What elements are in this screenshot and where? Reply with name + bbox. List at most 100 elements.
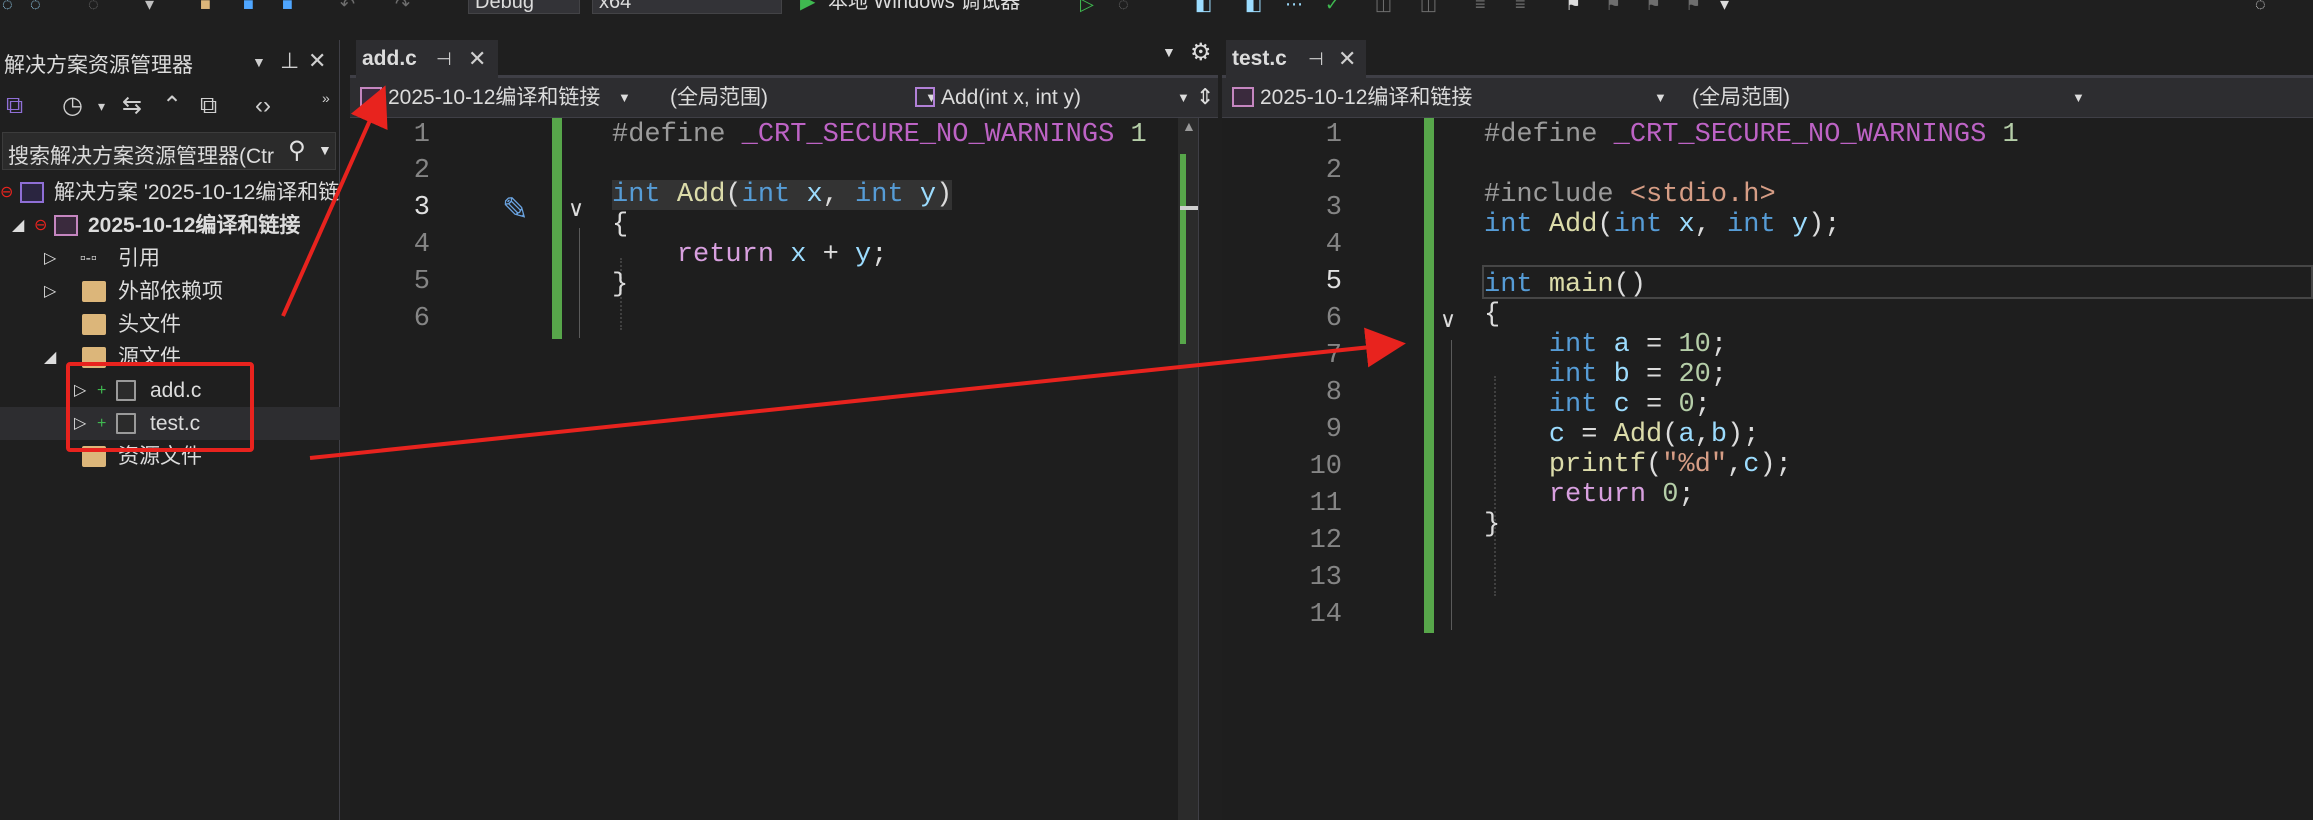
fold-toggle-icon[interactable]: ∨	[568, 196, 584, 222]
annotation-highlight-box	[66, 362, 254, 452]
uncomment-icon[interactable]: ≡	[1515, 0, 1526, 14]
tab-label: add.c	[362, 47, 417, 70]
browser-link-icon[interactable]: ◧	[1195, 0, 1212, 14]
line-number: 2	[413, 156, 430, 186]
breakpoint-icon[interactable]: ⋯	[1285, 0, 1303, 14]
gear-icon[interactable]: ⚙	[1190, 38, 1212, 67]
scroll-position-marker	[1180, 206, 1198, 210]
tab-label: test.c	[1232, 47, 1287, 70]
run-label[interactable]: 本地 Windows 调试器	[828, 0, 1020, 12]
solution-icon	[20, 182, 44, 203]
platform-select[interactable]: x64	[592, 0, 782, 14]
project-nav-select[interactable]: 2025-10-12编译和链接 ▼	[1232, 82, 1672, 114]
layout-icon[interactable]: ◫	[1420, 0, 1437, 14]
close-icon[interactable]: ✕	[468, 40, 486, 78]
search-input[interactable]: 搜索解决方案资源管理器(Ctr	[8, 140, 283, 170]
line-number: 1	[1325, 120, 1342, 150]
left-navigation-bar: 2025-10-12编译和链接 ▼ (全局范围) ▼ Add(int x, in…	[350, 78, 1218, 118]
solution-explorer-icon[interactable]: ◧	[1245, 0, 1262, 14]
quick-actions-icon[interactable]: ✎	[502, 190, 529, 228]
tab-list-icon[interactable]: ▼	[1162, 44, 1176, 60]
config-select[interactable]: Debug	[468, 0, 580, 14]
line-number: 6	[1325, 304, 1342, 334]
toolbar-options-icon[interactable]: ▾	[1720, 0, 1729, 14]
run-no-debug-icon[interactable]: ▷	[1080, 0, 1094, 14]
check-icon[interactable]: ✓	[1325, 0, 1340, 14]
scroll-up-icon[interactable]: ▲	[1182, 118, 1196, 134]
function-icon	[915, 87, 935, 107]
tree-item-external-deps[interactable]: ▷ 外部依赖项	[0, 275, 340, 308]
prev-bookmark-icon[interactable]: ⚑	[1605, 0, 1621, 14]
tree-project[interactable]: ◢ ⊖ 2025-10-12编译和链接	[0, 209, 340, 242]
project-icon	[1232, 87, 1254, 107]
collapsed-arrow-icon[interactable]: ▷	[44, 242, 56, 275]
search-icon[interactable]: ⚲	[288, 136, 306, 165]
pending-changes-icon[interactable]: ◷	[62, 92, 83, 120]
nav-back-icon[interactable]: ◌	[2, 0, 13, 14]
close-icon[interactable]: ✕	[308, 48, 326, 74]
explorer-title: 解决方案资源管理器	[4, 54, 193, 77]
clear-bookmarks-icon[interactable]: ⚑	[1685, 0, 1701, 14]
tree-solution[interactable]: ⊖ 解决方案 '2025-10-12编译和链	[0, 176, 340, 209]
line-number: 9	[1325, 415, 1342, 445]
redo-icon[interactable]: ↷	[395, 0, 410, 14]
overflow-icon[interactable]: »	[322, 84, 330, 112]
comment-icon[interactable]: ≡	[1475, 0, 1486, 14]
right-code-editor[interactable]: 1 2 3 4 5 6 7 8 9 10 11 12 13 14 ∨ #defi…	[1222, 118, 2313, 820]
hot-reload-icon[interactable]: ◌	[1118, 0, 1129, 14]
pin-icon[interactable]: ⊣	[1308, 40, 1324, 78]
tree-item-label: 头文件	[118, 313, 181, 336]
open-folder-icon[interactable]: ■	[200, 0, 211, 14]
pane-splitter[interactable]	[1198, 118, 1218, 820]
scope-nav-value: (全局范围)	[1692, 86, 1790, 109]
account-icon[interactable]: ◌	[2255, 0, 2266, 14]
right-navigation-bar: 2025-10-12编译和链接 ▼ (全局范围) ▼	[1222, 78, 2313, 118]
pin-icon[interactable]: ⊥	[280, 48, 299, 74]
project-nav-select[interactable]: 2025-10-12编译和链接 ▼	[360, 82, 630, 114]
tree-item-references[interactable]: ▷ ▫-▫ 引用	[0, 242, 340, 275]
dropdown-arrow-icon[interactable]: ▾	[145, 0, 154, 14]
run-icon[interactable]: ▶	[800, 0, 815, 12]
split-icon[interactable]: ⇕	[1196, 84, 1214, 110]
search-options-icon[interactable]: ▼	[318, 142, 332, 158]
collapsed-arrow-icon[interactable]: ▷	[44, 275, 56, 308]
member-nav-select[interactable]: Add(int x, int y) ▼	[915, 82, 1190, 114]
line-number: 12	[1309, 526, 1342, 556]
window-position-icon[interactable]: ▼	[252, 54, 266, 70]
line-number: 5	[413, 267, 430, 297]
save-all-icon[interactable]: ■	[282, 0, 293, 14]
change-indicator	[552, 118, 562, 339]
line-number: 5	[1325, 267, 1342, 297]
code-view-icon[interactable]: ‹›	[255, 92, 271, 120]
left-code-editor[interactable]: 1 2 3 4 5 6 ✎ ∨ #define _CRT_SECURE_NO_W…	[350, 118, 1218, 820]
close-icon[interactable]: ✕	[1338, 40, 1356, 78]
show-all-files-icon[interactable]: ⧉	[200, 92, 217, 120]
toolbox-icon[interactable]: ◫	[1375, 0, 1392, 14]
pin-icon[interactable]: ⊣	[436, 40, 452, 78]
line-number: 10	[1309, 452, 1342, 482]
save-icon[interactable]: ■	[243, 0, 254, 14]
scope-nav-select[interactable]: (全局范围) ▼	[1692, 82, 2092, 114]
next-bookmark-icon[interactable]: ⚑	[1645, 0, 1661, 14]
switch-views-icon[interactable]: ⧉	[6, 92, 23, 120]
tab-test-c[interactable]: test.c ⊣ ✕	[1226, 40, 1366, 78]
tab-add-c[interactable]: add.c ⊣ ✕	[356, 40, 498, 78]
scope-nav-select[interactable]: (全局范围) ▼	[670, 82, 940, 114]
folder-filter-icon	[82, 314, 106, 335]
expanded-arrow-icon[interactable]: ◢	[44, 341, 56, 374]
nav-forward-icon[interactable]: ◌	[30, 0, 41, 14]
chevron-down-icon: ▼	[1177, 90, 1190, 105]
undo-icon[interactable]: ↶	[340, 0, 355, 14]
expanded-arrow-icon[interactable]: ◢	[12, 209, 24, 242]
sync-icon[interactable]: ⇆	[122, 92, 142, 120]
pending-changes-dropdown-icon[interactable]: ▾	[98, 92, 105, 120]
line-number: 11	[1309, 489, 1342, 519]
tree-item-header-files[interactable]: 头文件	[0, 308, 340, 341]
chevron-down-icon: ▼	[2072, 90, 2085, 105]
history-icon[interactable]: ◌	[88, 0, 99, 14]
line-number: 4	[1325, 230, 1342, 260]
explorer-search[interactable]: 搜索解决方案资源管理器(Ctr ⚲ ▼	[2, 132, 336, 170]
collapse-all-icon[interactable]: ⌃	[162, 92, 182, 120]
fold-toggle-icon[interactable]: ∨	[1440, 307, 1456, 333]
bookmark-icon[interactable]: ⚑	[1565, 0, 1581, 14]
